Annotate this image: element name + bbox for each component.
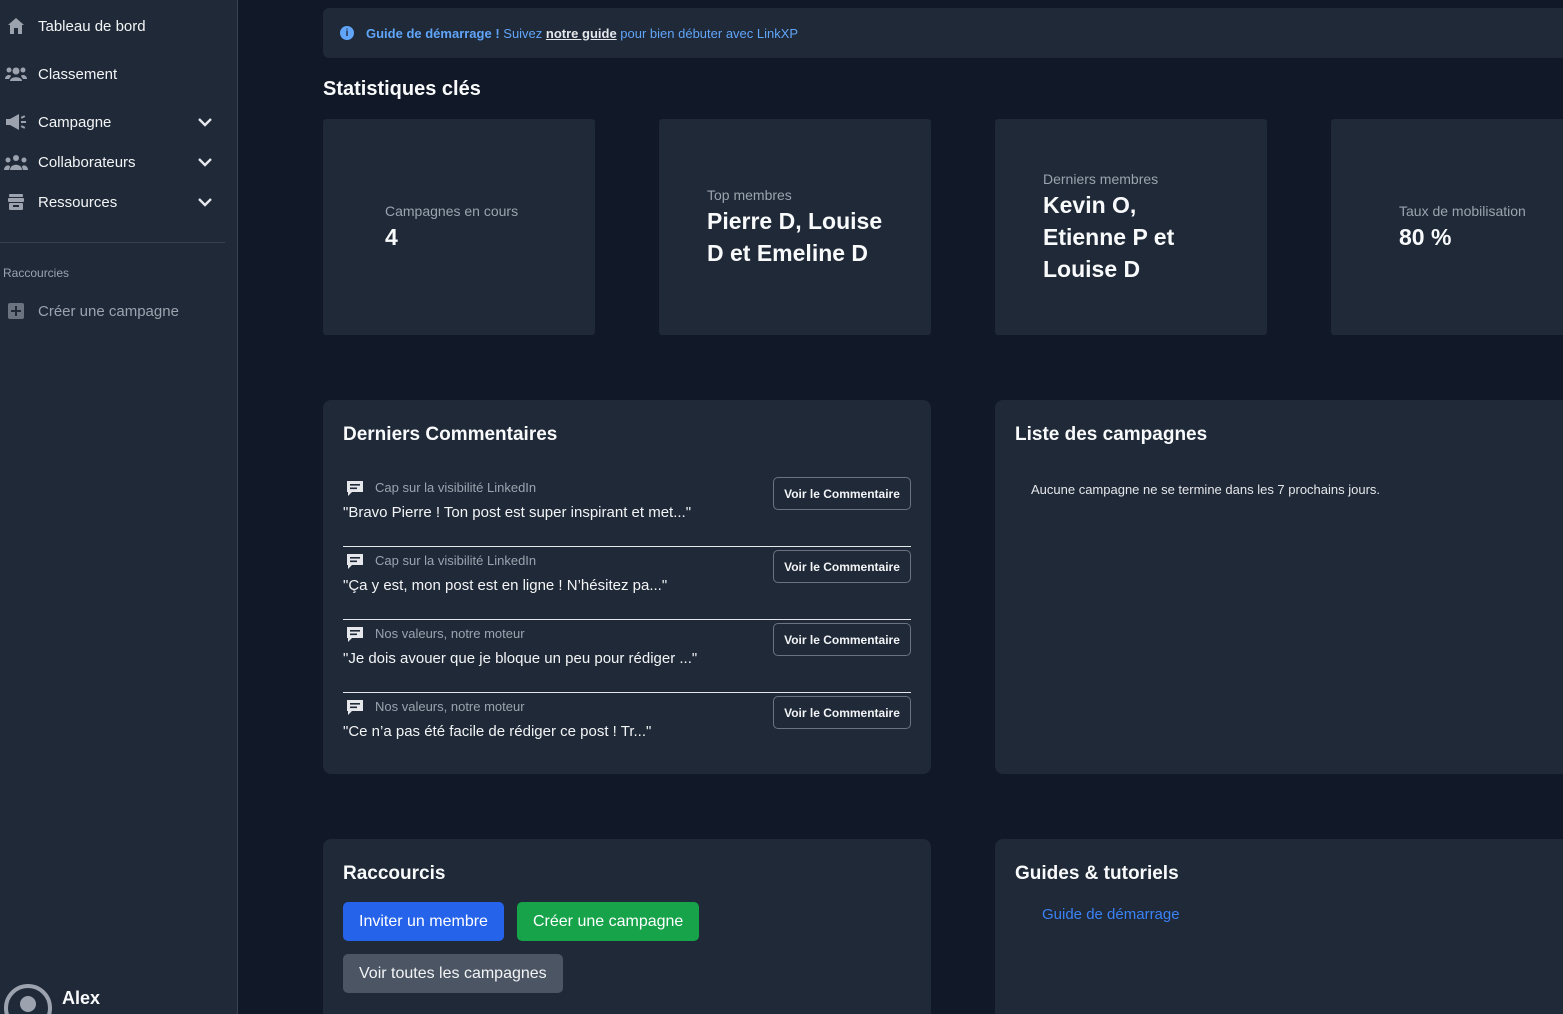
stat-label: Derniers membres: [1043, 171, 1159, 187]
comment-text: "Je dois avouer que je bloque un peu pou…: [343, 650, 698, 667]
stat-value-line: Louise D: [1043, 256, 1141, 282]
avatar: [4, 984, 52, 1014]
campaign-list-empty: Aucune campagne ne se termine dans les 7…: [1031, 482, 1381, 497]
comment-campaign: Nos valeurs, notre moteur: [375, 699, 525, 714]
sidebar-item-label: Tableau de bord: [38, 17, 146, 35]
campaign-list-title: Liste des campagnes: [1015, 424, 1208, 445]
comment-campaign: Nos valeurs, notre moteur: [375, 626, 525, 641]
group-icon: [2, 152, 30, 172]
stats-title: Statistiques clés: [323, 78, 481, 100]
sidebar-item-resources[interactable]: Ressources: [0, 184, 225, 220]
onboarding-banner: i Guide de démarrage ! Suivez notre guid…: [323, 8, 1563, 58]
stat-label: Taux de mobilisation: [1399, 203, 1526, 219]
info-icon: i: [340, 26, 354, 40]
banner-text-after: pour bien débuter avec LinkXP: [616, 25, 799, 41]
stat-label: Campagnes en cours: [385, 203, 519, 219]
banner-text: Guide de démarrage ! Suivez notre guide …: [366, 26, 798, 41]
banner-strong: Guide de démarrage !: [366, 25, 500, 41]
comment-text: "Bravo Pierre ! Ton post est super inspi…: [343, 504, 692, 521]
create-campaign-button[interactable]: Créer une campagne: [517, 902, 700, 941]
comment-item: Cap sur la visibilité LinkedIn "Ça y est…: [343, 547, 911, 620]
stat-card-top-members: Top membres Pierre D, Louise D et Emelin…: [659, 119, 931, 335]
banner-text-before: Suivez: [499, 25, 546, 41]
comments-panel: Derniers Commentaires Cap sur la visibil…: [323, 400, 931, 774]
sidebar-item-label: Campagne: [38, 113, 112, 131]
comment-item: Nos valeurs, notre moteur "Je dois avoue…: [343, 620, 911, 693]
sidebar: Tableau de bord Classement Campagne Coll…: [0, 0, 238, 1014]
stat-value-line: Pierre D, Louise: [707, 208, 883, 234]
guides-title: Guides & tutoriels: [1015, 863, 1179, 884]
view-comment-button[interactable]: Voir le Commentaire: [773, 623, 911, 656]
sidebar-divider: [0, 242, 225, 243]
sidebar-item-ranking[interactable]: Classement: [0, 56, 225, 92]
sidebar-item-label: Créer une campagne: [38, 302, 179, 320]
sidebar-item-campaign[interactable]: Campagne: [0, 104, 225, 140]
view-comment-button[interactable]: Voir le Commentaire: [773, 477, 911, 510]
comment-icon: [346, 699, 364, 721]
chevron-down-icon[interactable]: [195, 112, 215, 132]
comment-campaign: Cap sur la visibilité LinkedIn: [375, 480, 537, 495]
comment-text: "Ça y est, mon post est en ligne ! N’hés…: [343, 577, 668, 594]
stat-value: 4: [385, 224, 398, 250]
sidebar-item-collaborators[interactable]: Collaborateurs: [0, 144, 225, 180]
shortcuts-panel: Raccourcis Inviter un membre Créer une c…: [323, 839, 931, 1014]
sidebar-item-label: Classement: [38, 65, 118, 83]
chevron-down-icon[interactable]: [195, 192, 215, 212]
comment-item: Cap sur la visibilité LinkedIn "Bravo Pi…: [343, 474, 911, 547]
view-comment-button[interactable]: Voir le Commentaire: [773, 696, 911, 729]
campaign-list-panel: Liste des campagnes Aucune campagne ne s…: [995, 400, 1563, 774]
stat-value-line: D et Emeline D: [707, 240, 869, 266]
shortcuts-title: Raccourcis: [343, 863, 446, 884]
invite-member-button[interactable]: Inviter un membre: [343, 902, 504, 941]
user-profile[interactable]: Alex: [4, 984, 100, 1014]
user-name: Alex: [62, 988, 101, 1008]
guides-panel: Guides & tutoriels Guide de démarrage: [995, 839, 1563, 1014]
view-all-campaigns-button[interactable]: Voir toutes les campagnes: [343, 954, 563, 993]
plus-square-icon: [2, 301, 30, 321]
stat-card-campaigns: Campagnes en cours 4: [323, 119, 595, 335]
stat-value-line: Kevin O,: [1043, 192, 1137, 218]
stat-value: 80 %: [1399, 224, 1452, 250]
shortcuts-heading: Raccourcies: [3, 266, 70, 280]
comments-title: Derniers Commentaires: [343, 424, 558, 445]
stat-card-latest-members: Derniers membres Kevin O, Etienne P et L…: [995, 119, 1267, 335]
comment-item: Nos valeurs, notre moteur "Ce n’a pas ét…: [343, 693, 911, 766]
users-ranking-icon: [2, 64, 30, 84]
megaphone-icon: [2, 112, 30, 132]
comment-icon: [346, 480, 364, 502]
sidebar-item-label: Ressources: [38, 193, 118, 211]
comment-text: "Ce n’a pas été facile de rédiger ce pos…: [343, 723, 652, 740]
comment-campaign: Cap sur la visibilité LinkedIn: [375, 553, 537, 568]
comment-icon: [346, 553, 364, 575]
stat-label: Top membres: [707, 187, 792, 203]
guide-link[interactable]: notre guide: [546, 26, 617, 41]
chevron-down-icon[interactable]: [195, 152, 215, 172]
comment-icon: [346, 626, 364, 648]
stat-card-mobilisation: Taux de mobilisation 80 %: [1331, 119, 1563, 335]
view-comment-button[interactable]: Voir le Commentaire: [773, 550, 911, 583]
archive-icon: [2, 192, 30, 212]
guide-start-link[interactable]: Guide de démarrage: [1042, 906, 1180, 923]
sidebar-item-dashboard[interactable]: Tableau de bord: [0, 8, 225, 44]
sidebar-create-campaign[interactable]: Créer une campagne: [0, 293, 225, 329]
home-icon: [2, 16, 30, 36]
sidebar-item-label: Collaborateurs: [38, 153, 136, 171]
stat-value-line: Etienne P et: [1043, 224, 1175, 250]
stat-value: Kevin O, Etienne P et Louise D: [1043, 189, 1174, 285]
stat-value: Pierre D, Louise D et Emeline D: [707, 205, 882, 269]
